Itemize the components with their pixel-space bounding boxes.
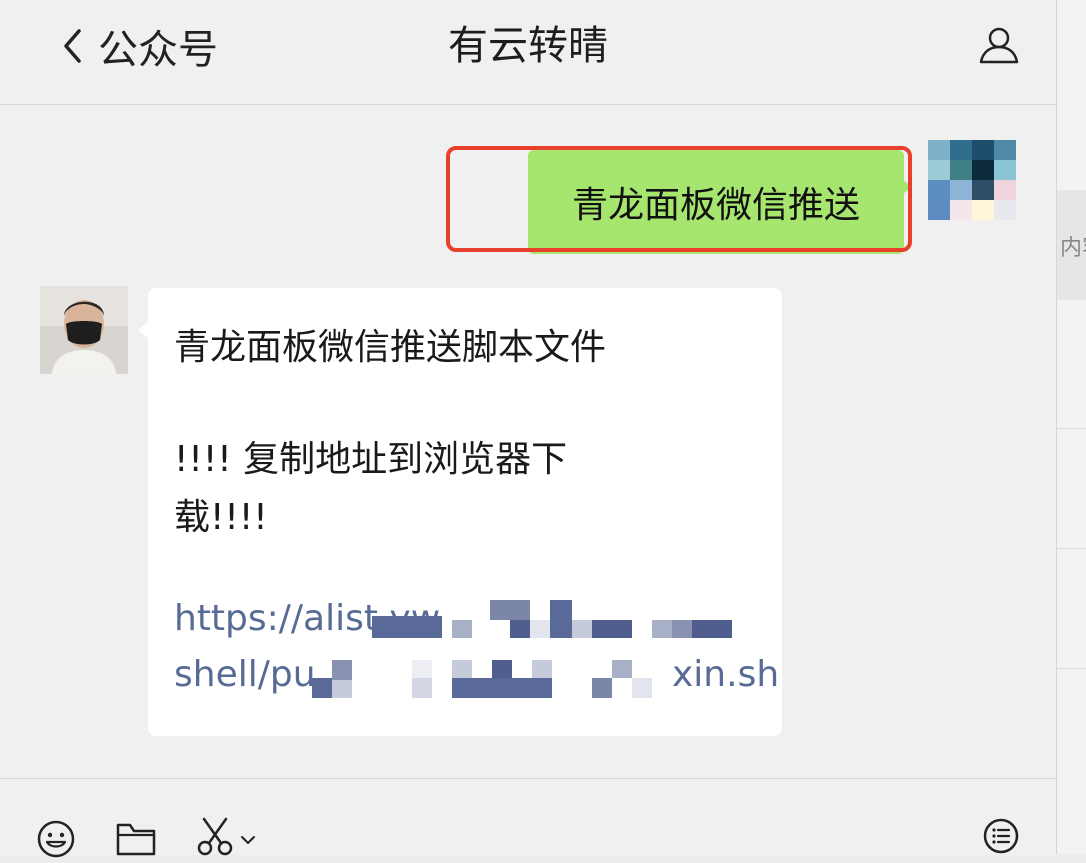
screenshot-button[interactable]	[196, 817, 236, 861]
back-button[interactable]: 公众号	[62, 18, 218, 74]
contact-avatar[interactable]	[40, 286, 128, 374]
screenshot-options-button[interactable]	[240, 831, 256, 850]
download-link-part[interactable]: xin.sh	[672, 654, 779, 695]
input-toolbar	[0, 778, 1056, 858]
list-icon	[982, 818, 1020, 859]
file-button[interactable]	[116, 821, 156, 861]
back-icon	[62, 27, 84, 65]
download-link-part[interactable]: shell/pu	[174, 654, 316, 695]
message-line: !!!! 复制地址到浏览器下	[174, 439, 568, 480]
sent-bubble-tail	[903, 180, 912, 194]
folder-icon	[116, 823, 156, 861]
chevron-down-icon	[240, 831, 256, 850]
profile-icon	[978, 27, 1020, 70]
chat-window: 公众号 有云转晴 青龙面板微信推送 青龙面板微信推送脚本文件 !!!! 复制地址…	[0, 0, 1057, 858]
message-line: 青龙面板微信推送脚本文件	[174, 327, 607, 368]
chat-history-button[interactable]	[982, 817, 1020, 859]
background-window-strip	[1057, 0, 1086, 854]
sent-message-bubble[interactable]: 青龙面板微信推送	[528, 150, 904, 254]
received-bubble-tail	[138, 322, 148, 338]
my-avatar[interactable]	[928, 140, 1016, 220]
back-label: 公众号	[98, 27, 218, 73]
background-window-text: 内容	[1060, 236, 1086, 261]
message-line: 载!!!!	[174, 497, 268, 538]
profile-button[interactable]	[978, 24, 1020, 70]
sent-message-text: 青龙面板微信推送	[571, 185, 860, 226]
scissors-icon	[196, 817, 236, 861]
emoji-button[interactable]	[36, 819, 76, 863]
chat-header: 公众号 有云转晴	[0, 0, 1056, 105]
